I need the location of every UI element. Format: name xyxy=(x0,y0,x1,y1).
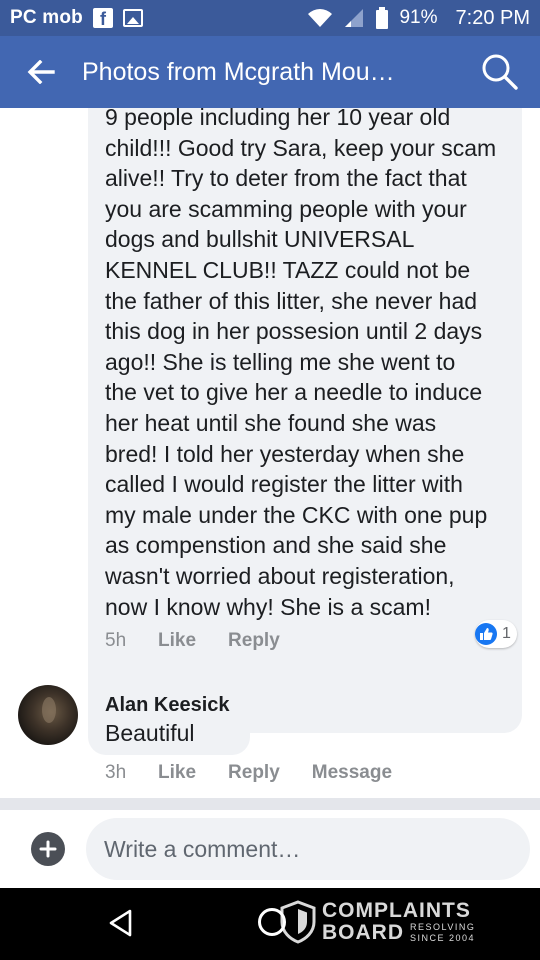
comment-line: this dog in her possesion until 2 days xyxy=(105,318,483,345)
reaction-badge[interactable]: 1 xyxy=(475,620,517,648)
reply-button[interactable]: Reply xyxy=(228,762,280,784)
watermark-tag2: SINCE 2004 xyxy=(410,933,476,943)
status-bar: PC mob f 91% 7:20 PM xyxy=(0,0,540,36)
image-icon xyxy=(122,9,143,27)
comment-time: 5h xyxy=(105,630,127,651)
plus-icon xyxy=(39,840,57,858)
comment-line: child!!! Good try Sara, keep your scam xyxy=(105,134,497,161)
comment-composer xyxy=(0,810,540,888)
divider xyxy=(0,798,540,810)
watermark-tagline: RESOLVING SINCE 2004 xyxy=(410,922,475,944)
comment-line: dogs and bullshit UNIVERSAL xyxy=(105,226,415,253)
back-arrow-icon xyxy=(27,60,55,84)
comment-line: 9 people including her 10 year old xyxy=(105,108,451,130)
like-button[interactable]: Like xyxy=(158,762,196,784)
watermark-text: COMPLAINTS BOARD RESOLVING SINCE 2004 xyxy=(322,900,475,944)
comment-line: KENNEL CLUB!! TAZZ could not be xyxy=(105,256,471,283)
comments-panel[interactable]: 9 people including her 10 year old child… xyxy=(0,108,540,888)
search-button[interactable] xyxy=(480,52,520,92)
add-attachment-button[interactable] xyxy=(31,832,65,866)
comment-line: the father of this litter, she never had xyxy=(105,287,478,314)
watermark-row: BOARD RESOLVING SINCE 2004 xyxy=(322,922,475,944)
facebook-icon: f xyxy=(92,8,113,28)
watermark-tag1: RESOLVING xyxy=(410,922,476,932)
comment-line: you are scamming people with your xyxy=(105,195,467,222)
comment-line: my male under the CKC with one pup xyxy=(105,501,488,528)
wifi-icon xyxy=(308,9,333,27)
like-button[interactable]: Like xyxy=(158,630,196,652)
comment-input[interactable] xyxy=(86,818,530,880)
comment-line: called I would register the litter with xyxy=(105,471,463,498)
page-title: Photos from Mcgrath Mou… xyxy=(82,57,395,86)
comment-line: the vet to give her a needle to induce xyxy=(105,379,483,406)
back-button[interactable] xyxy=(0,36,82,108)
comment-line: as compenstion and she said she xyxy=(105,532,447,559)
signal-icon xyxy=(345,9,364,27)
comment-meta: 3h Like Reply Message xyxy=(105,762,424,784)
comment-line: bred! I told her yesterday when she xyxy=(105,440,465,467)
reaction-count: 1 xyxy=(502,625,511,642)
watermark-line1: COMPLAINTS xyxy=(322,899,471,922)
comment-line: alive!! Try to deter from the fact that xyxy=(105,165,467,192)
watermark: COMPLAINTS BOARD RESOLVING SINCE 2004 xyxy=(280,896,500,948)
comment-author[interactable]: Alan Keesick xyxy=(105,694,230,717)
clock: 7:20 PM xyxy=(455,6,530,29)
message-button[interactable]: Message xyxy=(312,762,392,784)
comment-text: Beautiful xyxy=(105,720,195,746)
app-bar: Photos from Mcgrath Mou… xyxy=(0,36,540,108)
battery-percent: 91% xyxy=(399,7,438,28)
shield-logo-icon xyxy=(280,900,316,944)
carrier-label: PC mob xyxy=(10,7,83,28)
comment-meta: 5h Like Reply xyxy=(105,630,312,652)
watermark-line2: BOARD xyxy=(322,921,404,944)
nav-back-icon[interactable] xyxy=(106,908,134,938)
comment-line: wasn't worried about registeration, xyxy=(105,562,455,589)
comment-time: 3h xyxy=(105,762,127,783)
status-left: PC mob f xyxy=(10,7,143,29)
comment-line: ago!! She is telling me she went to xyxy=(105,348,456,375)
search-icon xyxy=(482,54,518,90)
status-right: 91% 7:20 PM xyxy=(307,7,530,30)
comment-line: now I know why! She is a scam! xyxy=(105,593,431,620)
battery-icon xyxy=(376,7,389,29)
comment-text: 9 people including her 10 year old child… xyxy=(105,108,515,622)
comment-line: her heat until she found she was xyxy=(105,409,437,436)
thumbs-up-icon xyxy=(475,623,497,645)
reply-button[interactable]: Reply xyxy=(228,630,280,652)
avatar[interactable] xyxy=(18,685,78,745)
